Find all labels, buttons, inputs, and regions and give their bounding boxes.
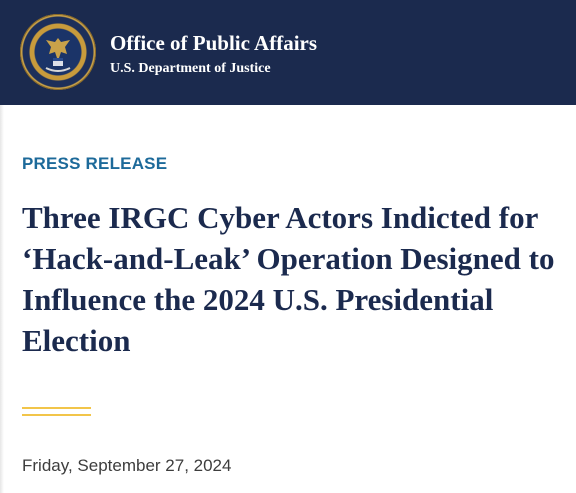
- publish-date: Friday, September 27, 2024: [22, 456, 232, 475]
- page-title: Three IRGC Cyber Actors Indicted for ‘Ha…: [22, 200, 555, 358]
- accent-divider: [22, 407, 91, 409]
- org-title[interactable]: Office of Public Affairs: [110, 31, 317, 56]
- doj-seal-icon[interactable]: [20, 14, 96, 90]
- site-header: Office of Public Affairs U.S. Department…: [0, 0, 576, 105]
- press-release-label: PRESS RELEASE: [22, 154, 168, 173]
- accent-divider: [22, 414, 91, 416]
- page-edge-shadow: [0, 105, 4, 493]
- org-subtitle[interactable]: U.S. Department of Justice: [110, 61, 271, 77]
